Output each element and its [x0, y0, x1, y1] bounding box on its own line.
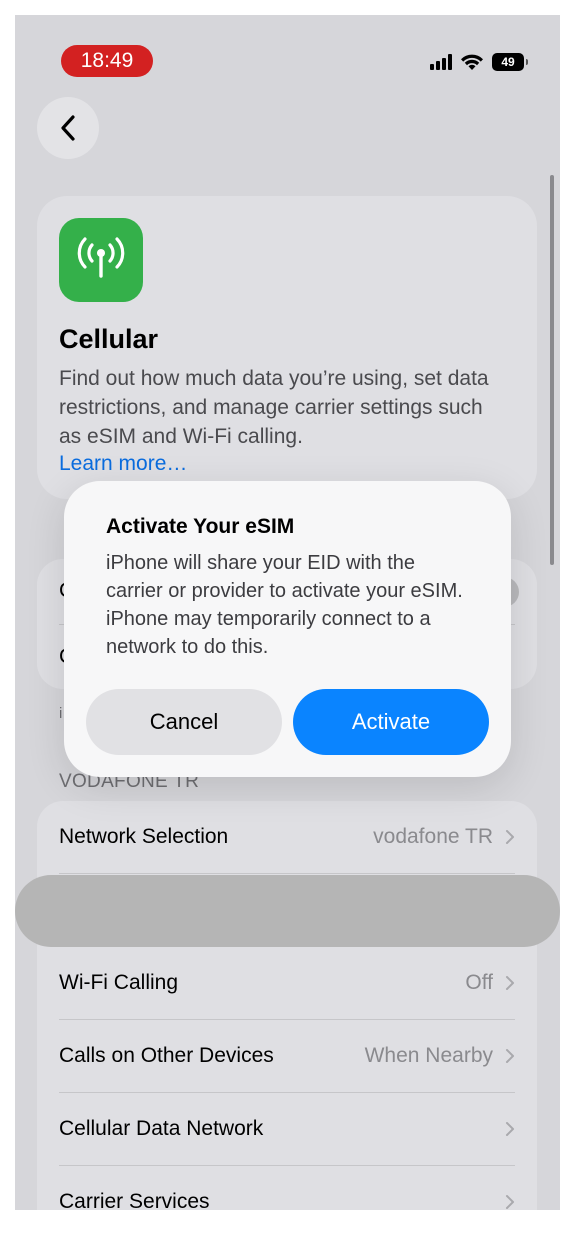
status-time-text: 18:49	[80, 49, 134, 72]
carrier-settings-list: Network Selection vodafone TR Wi-Fi Call…	[37, 801, 537, 1210]
carrier-services-row[interactable]: Carrier Services	[37, 1166, 537, 1210]
row-value: vodafone TR	[373, 825, 493, 848]
wifi-icon	[461, 54, 483, 70]
scroll-indicator[interactable]	[550, 175, 554, 565]
back-button[interactable]	[37, 97, 99, 159]
network-selection-row[interactable]: Network Selection vodafone TR	[37, 801, 537, 873]
status-time: 18:49	[61, 45, 153, 77]
battery-level: 49	[501, 55, 515, 69]
alert-title: Activate Your eSIM	[106, 515, 295, 538]
wifi-calling-row[interactable]: Wi-Fi Calling Off	[37, 947, 537, 1019]
learn-more-link[interactable]: Learn more…	[59, 452, 187, 476]
page-title: Cellular	[59, 324, 159, 354]
chevron-right-icon	[506, 830, 514, 844]
gray-overlay-capsule	[15, 875, 560, 947]
row-label: Cellular Data Network	[59, 1117, 264, 1140]
calls-on-other-devices-row[interactable]: Calls on Other Devices When Nearby	[37, 1020, 537, 1092]
status-icons: 49	[430, 53, 528, 71]
signal-icon	[430, 54, 452, 70]
cellular-header-card: Cellular Find out how much data you’re u…	[37, 196, 537, 499]
battery-icon: 49	[492, 53, 528, 71]
row-label: Carrier Services	[59, 1190, 210, 1210]
chevron-right-icon	[506, 1122, 514, 1136]
row-label: Wi-Fi Calling	[59, 971, 179, 994]
activate-esim-alert: Activate Your eSIM iPhone will share you…	[64, 481, 511, 777]
activate-button[interactable]: Activate	[293, 689, 489, 755]
alert-message: iPhone will share your EID with the carr…	[106, 552, 463, 658]
cellular-data-network-row[interactable]: Cellular Data Network	[37, 1093, 537, 1165]
cancel-button[interactable]: Cancel	[86, 689, 282, 755]
row-label: Network Selection	[59, 825, 229, 848]
cancel-button-label: Cancel	[149, 709, 219, 734]
chevron-right-icon	[506, 976, 514, 990]
chevron-left-icon	[61, 115, 75, 141]
page-description: Find out how much data you’re using, set…	[59, 367, 489, 448]
phone-screen: 18:49 49 Cellular Find out how much data…	[15, 15, 560, 1210]
row-label: Calls on Other Devices	[59, 1044, 274, 1067]
obscured-footnote: i	[59, 705, 63, 722]
activate-button-label: Activate	[351, 709, 431, 734]
row-value: Off	[465, 971, 493, 994]
row-value: When Nearby	[364, 1044, 493, 1067]
chevron-right-icon	[506, 1049, 514, 1063]
antenna-icon	[59, 218, 143, 302]
chevron-right-icon	[506, 1195, 514, 1209]
